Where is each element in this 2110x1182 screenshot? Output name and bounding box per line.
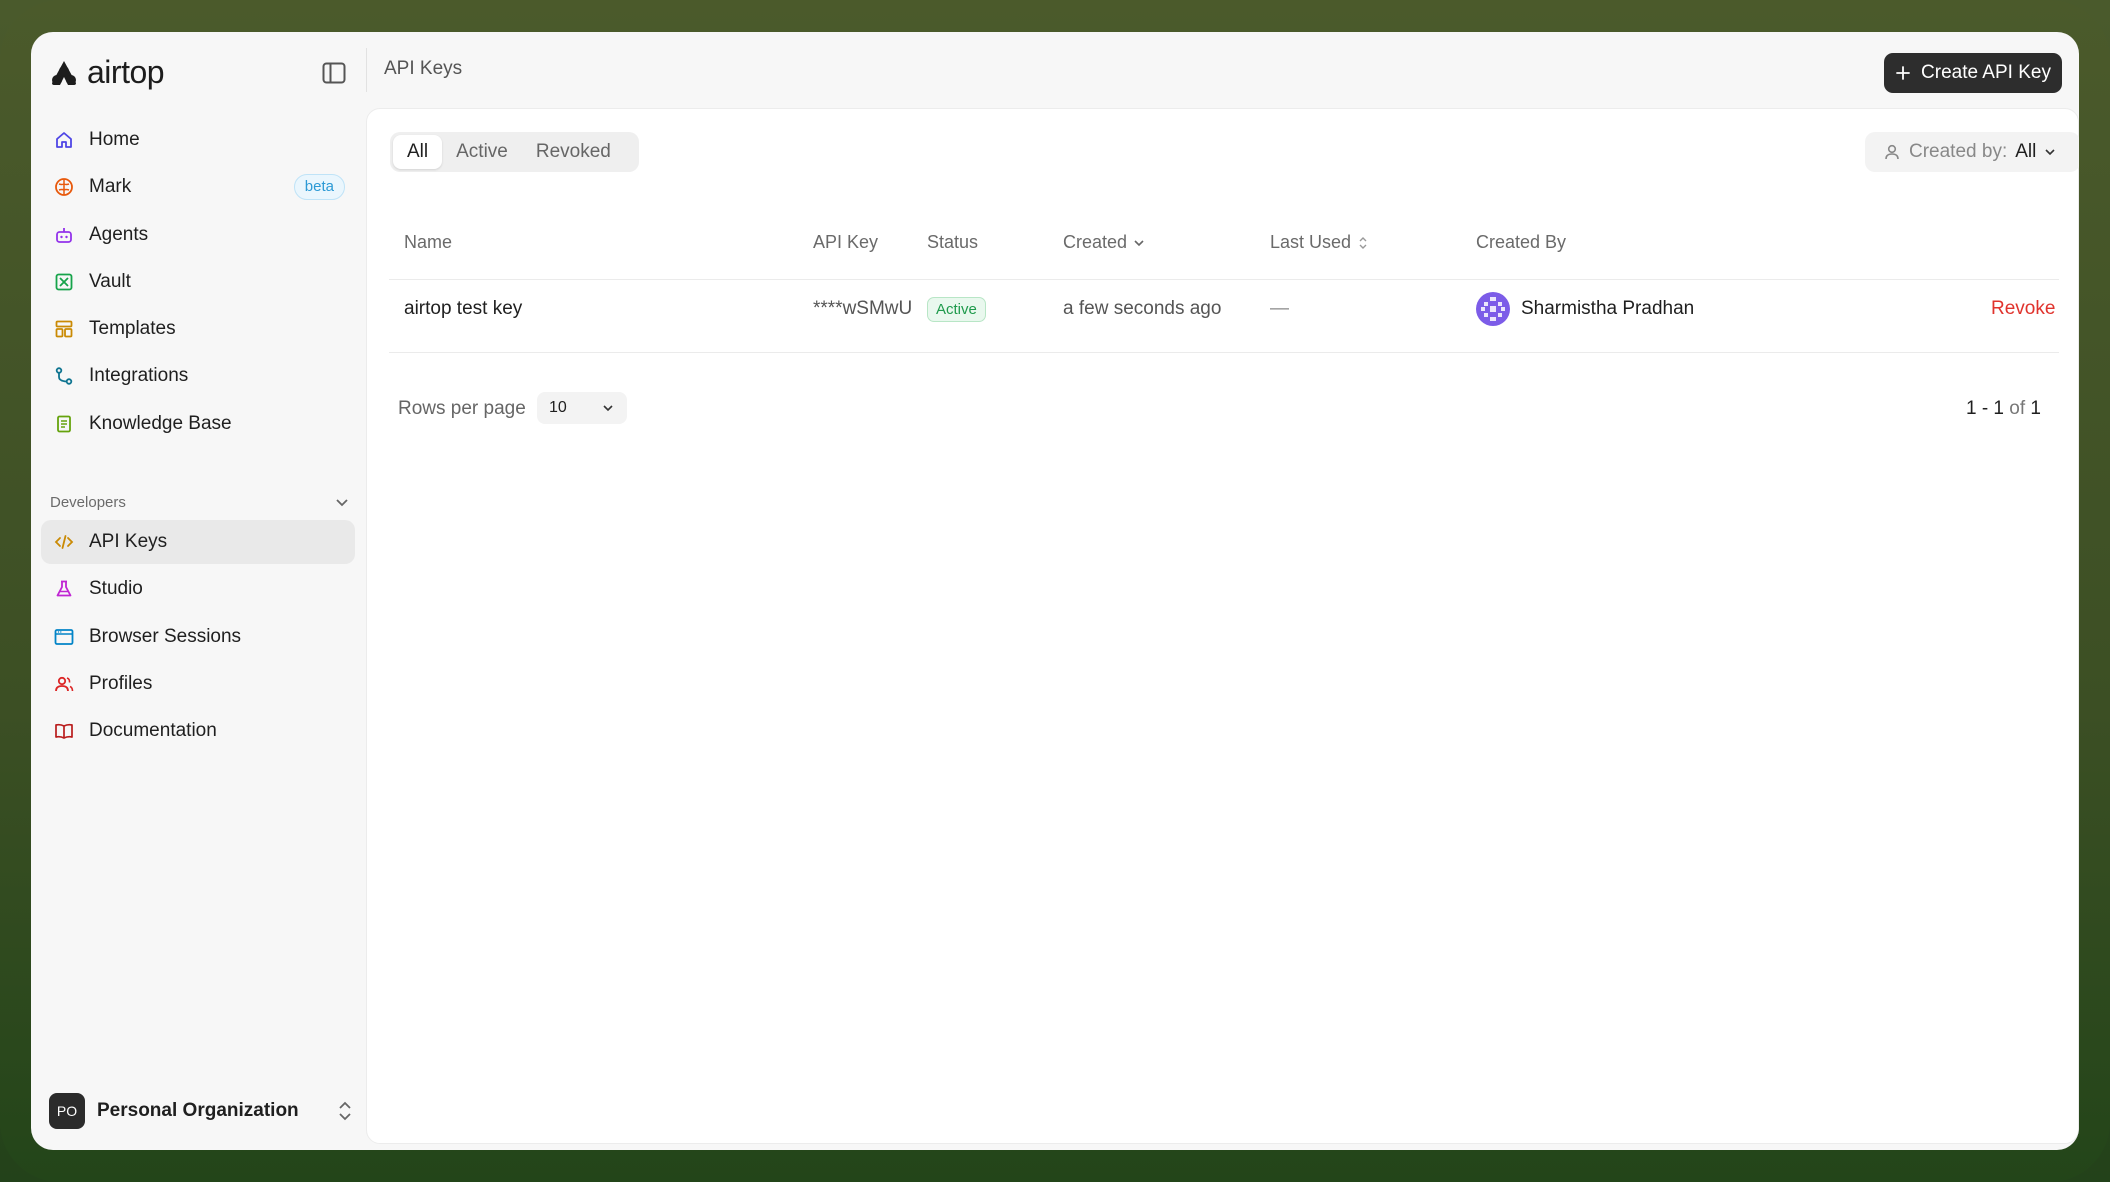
home-icon — [53, 129, 75, 151]
flask-icon — [53, 578, 75, 600]
sidebar-item-profiles[interactable]: Profiles — [41, 662, 355, 706]
sidebar-item-documentation[interactable]: Documentation — [41, 709, 355, 753]
users-icon — [53, 673, 75, 695]
sidebar-item-home[interactable]: Home — [41, 118, 355, 162]
cell-created: a few seconds ago — [1063, 298, 1222, 319]
sidebar-item-mark[interactable]: Mark beta — [41, 165, 355, 209]
sidebar-item-api-keys[interactable]: API Keys — [41, 520, 355, 564]
app-logo[interactable]: airtop — [49, 54, 165, 91]
brain-icon — [53, 176, 75, 198]
of-label: of — [2009, 398, 2026, 419]
header-divider — [366, 48, 367, 92]
header-divider-line — [389, 279, 2059, 280]
sidebar: airtop Home Mark beta Agents Vault Templ… — [31, 32, 367, 1150]
sidebar-item-agents[interactable]: Agents — [41, 213, 355, 257]
device-frame: airtop Home Mark beta Agents Vault Templ… — [0, 0, 2110, 1182]
main-nav: Home Mark beta Agents Vault Templates In… — [41, 118, 355, 449]
sidebar-item-label: Templates — [89, 318, 176, 340]
org-avatar: PO — [49, 1093, 85, 1129]
row-divider-line — [389, 352, 2059, 353]
integrations-icon — [53, 365, 75, 387]
org-name: Personal Organization — [97, 1100, 299, 1121]
range-value: 1 - 1 — [1965, 398, 2004, 419]
sidebar-item-label: Mark — [89, 176, 132, 198]
column-header-api-key: API Key — [813, 232, 879, 252]
chevron-up-down-icon — [339, 1101, 351, 1121]
book-icon — [53, 413, 75, 435]
cell-api-key: ****wSMwU — [813, 298, 913, 319]
revoke-button[interactable]: Revoke — [1991, 295, 2055, 323]
sidebar-item-label: Knowledge Base — [89, 412, 232, 434]
rows-per-page-label: Rows per page — [398, 398, 526, 419]
chevron-down-icon — [336, 499, 348, 507]
sidebar-item-knowledge-base[interactable]: Knowledge Base — [41, 402, 355, 446]
developer-nav: API Keys Studio Browser Sessions Profile… — [41, 520, 355, 756]
rows-per-page-value: 10 — [549, 399, 567, 416]
robot-icon — [53, 224, 75, 246]
sidebar-item-vault[interactable]: Vault — [41, 260, 355, 304]
sort-icon — [1359, 236, 1367, 249]
plus-icon — [1896, 66, 1910, 80]
vault-icon — [53, 271, 75, 293]
cell-status: Active — [927, 295, 986, 323]
app-window: airtop Home Mark beta Agents Vault Templ… — [31, 32, 2079, 1150]
sidebar-item-templates[interactable]: Templates — [41, 307, 355, 351]
chevron-down-icon — [2045, 149, 2055, 156]
sidebar-item-label: Studio — [89, 578, 143, 600]
sidebar-item-studio[interactable]: Studio — [41, 567, 355, 611]
user-icon — [1885, 144, 1899, 160]
tab-all[interactable]: All — [393, 135, 443, 169]
sidebar-toggle-button[interactable] — [319, 58, 349, 88]
create-api-key-label: Create API Key — [1921, 62, 2051, 83]
sidebar-item-label: API Keys — [89, 531, 168, 552]
cell-created-by: Sharmistha Pradhan — [1476, 292, 1695, 326]
sidebar-item-label: Vault — [89, 270, 131, 292]
logo-text: airtop — [87, 54, 165, 90]
tab-revoked[interactable]: Revoked — [522, 135, 625, 169]
developers-section-toggle[interactable]: Developers — [50, 487, 350, 517]
column-header-label: Last Used — [1270, 232, 1352, 252]
code-icon — [53, 531, 75, 553]
sidebar-item-label: Profiles — [89, 672, 153, 694]
created-by-filter[interactable]: Created by: All — [1865, 132, 2079, 172]
sidebar-item-label: Browser Sessions — [89, 625, 242, 647]
cell-last-used: — — [1270, 298, 1289, 319]
sidebar-item-label: Home — [89, 129, 140, 150]
sidebar-item-label: Integrations — [89, 365, 189, 387]
page-title: API Keys — [384, 58, 463, 79]
create-api-key-button[interactable]: Create API Key — [1884, 53, 2062, 93]
airtop-logo-icon — [52, 60, 76, 85]
tab-active[interactable]: Active — [442, 135, 522, 169]
avatar — [1476, 292, 1510, 326]
status-tabs: All Active Revoked — [390, 132, 639, 172]
column-header-created[interactable]: Created — [1063, 232, 1145, 253]
total-value: 1 — [2030, 398, 2041, 419]
cell-name: airtop test key — [404, 298, 523, 319]
rows-per-page-select[interactable]: 10 — [537, 392, 627, 424]
templates-icon — [53, 318, 75, 340]
browser-icon — [53, 626, 75, 648]
sidebar-item-integrations[interactable]: Integrations — [41, 354, 355, 398]
chevron-down-icon — [603, 405, 613, 412]
sidebar-item-browser-sessions[interactable]: Browser Sessions — [41, 615, 355, 659]
sidebar-item-label: Agents — [89, 223, 149, 245]
column-header-last-used[interactable]: Last Used — [1270, 232, 1369, 253]
open-book-icon — [53, 720, 75, 742]
pagination-range: 1 - 1 of 1 — [1966, 398, 2041, 420]
column-header-created-by: Created By — [1476, 232, 1567, 252]
column-header-label: Created — [1063, 232, 1128, 252]
api-keys-panel: All Active Revoked Created by: All Name … — [366, 108, 2079, 1144]
created-by-value: All — [2015, 141, 2037, 162]
column-header-name: Name — [404, 232, 453, 252]
creator-name: Sharmistha Pradhan — [1521, 298, 1695, 319]
created-by-label: Created by: — [1909, 141, 2008, 162]
section-label: Developers — [50, 493, 126, 511]
sort-desc-icon — [1134, 239, 1144, 246]
sidebar-item-label: Documentation — [89, 720, 217, 742]
column-header-status: Status — [927, 232, 979, 252]
sidebar-panel-icon — [322, 62, 346, 84]
organization-switcher[interactable]: PO Personal Organization — [49, 1092, 354, 1130]
beta-badge: beta — [293, 174, 345, 201]
status-badge: Active — [927, 296, 986, 322]
